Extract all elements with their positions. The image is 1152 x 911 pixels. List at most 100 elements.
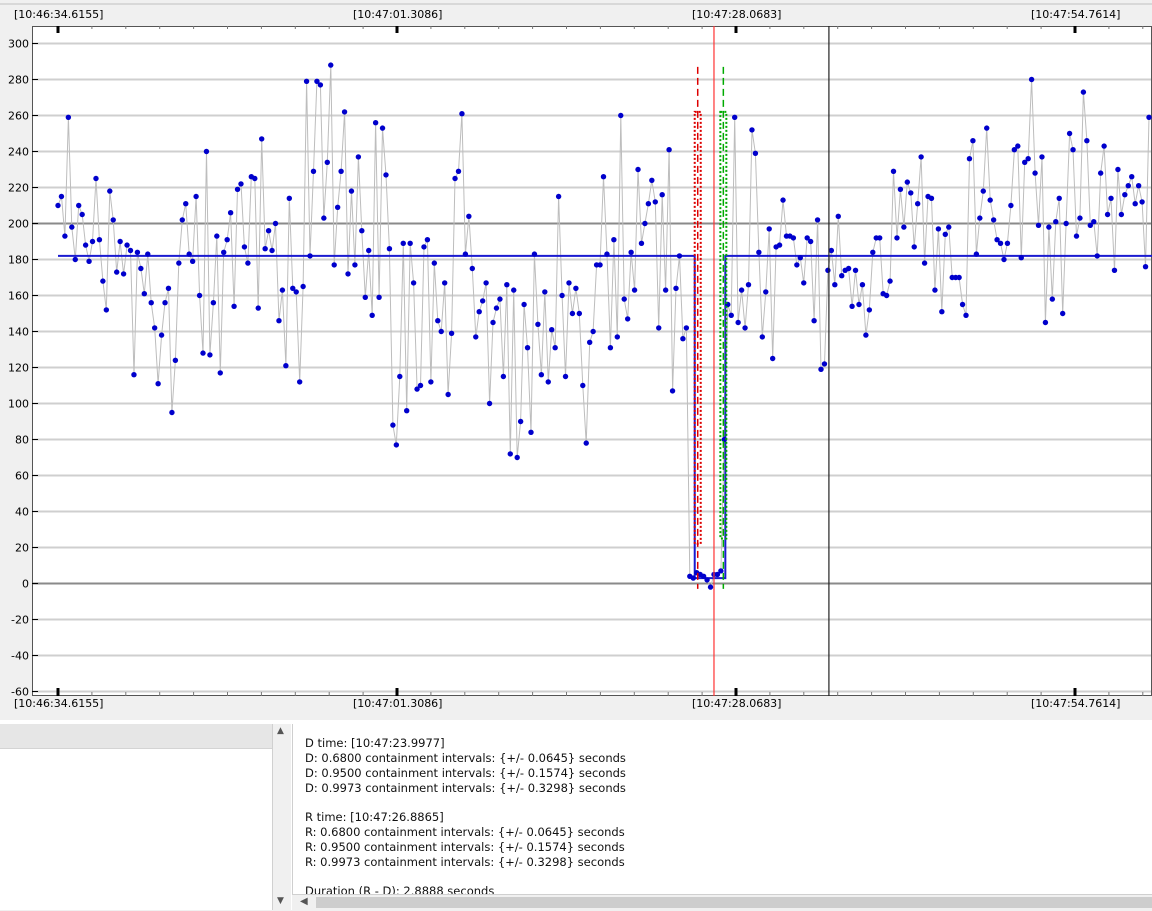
data-point [490,319,496,326]
data-point [908,190,914,196]
data-point [825,267,831,273]
data-point [780,197,786,203]
data-point [1001,256,1007,263]
data-point [258,136,265,142]
data-point [811,318,817,324]
data-point [997,240,1004,246]
data-point [131,372,137,378]
data-point [214,233,220,239]
data-point [103,307,110,313]
plot-area[interactable] [32,26,1152,696]
data-point [597,262,603,268]
signal-chart[interactable]: -60-40-200204060801001201401601802002202… [0,0,1152,720]
info-text-pane[interactable]: D time: [10:47:23.9977] D: 0.6800 contai… [292,724,1152,898]
data-point [690,575,696,581]
data-point [252,175,258,182]
data-point [835,213,841,219]
data-point [224,237,230,243]
data-point [604,251,610,257]
data-point [176,260,182,266]
data-point [549,327,555,333]
data-point [921,260,928,266]
scroll-up-icon[interactable]: ▲ [277,726,284,736]
data-point [745,282,752,288]
vertical-scrollbar[interactable]: ▲ ▼ [272,724,291,910]
data-point [341,109,348,115]
data-point [683,325,690,331]
data-point [856,301,862,308]
y-tick-label: 80 [15,434,29,447]
data-point [531,251,538,257]
data-point [990,217,997,223]
data-point [935,226,942,232]
data-point [500,373,507,380]
data-point [255,305,261,311]
data-point [169,409,175,416]
data-point [300,283,306,290]
left-pane[interactable] [0,724,272,910]
data-point [535,321,541,327]
data-point [542,289,548,295]
horizontal-scrollbar[interactable]: ◀ [292,894,1152,911]
data-point [362,294,368,300]
data-point [790,235,797,241]
data-point [1101,143,1107,149]
data-point [552,345,558,351]
data-point [141,291,148,297]
y-tick-label: 100 [8,398,29,411]
data-point [497,296,503,302]
data-point [196,292,203,299]
data-point [55,202,61,209]
data-point [162,300,168,306]
data-point [79,211,85,218]
data-point [386,246,393,252]
data-point [376,294,382,300]
data-point [511,287,517,293]
y-tick-label: 0 [22,578,29,591]
data-point [628,249,634,255]
data-point [462,251,469,257]
scroll-thumb[interactable] [316,897,1152,908]
data-point [618,112,624,119]
data-point [452,175,458,182]
data-point [914,201,921,207]
data-point [69,224,75,230]
data-point [296,379,303,385]
data-point [107,188,113,194]
data-point [1084,138,1090,144]
data-point [673,285,679,291]
data-point [127,247,134,254]
y-tick-label: 200 [8,218,29,231]
data-point [807,238,814,245]
data-point [946,224,952,230]
data-point [245,260,251,266]
scroll-left-icon[interactable]: ◀ [300,896,308,907]
data-point [555,193,562,200]
data-point [352,262,358,268]
data-point [217,370,223,376]
data-point [241,244,248,250]
data-point [234,186,241,192]
data-point [763,289,769,295]
data-point [379,125,386,131]
data-point [283,363,289,369]
y-tick-label: -20 [11,614,29,627]
data-point [134,249,141,255]
data-point [504,282,510,288]
data-point [559,292,565,299]
data-point [100,278,106,284]
data-point [276,318,282,324]
data-point [1018,255,1024,261]
data-point [1122,192,1128,198]
d-ci-line-3: D: 0.9973 containment intervals: {+/- 0.… [305,781,626,795]
scroll-down-icon[interactable]: ▼ [277,896,284,906]
y-tick-label: 240 [8,146,29,159]
data-point [590,328,596,335]
data-point [676,253,683,259]
y-tick-label: 40 [15,506,29,519]
data-point [359,228,365,234]
data-point [1032,170,1038,176]
data-point [479,298,486,304]
data-point [638,240,645,246]
data-point [980,188,986,194]
